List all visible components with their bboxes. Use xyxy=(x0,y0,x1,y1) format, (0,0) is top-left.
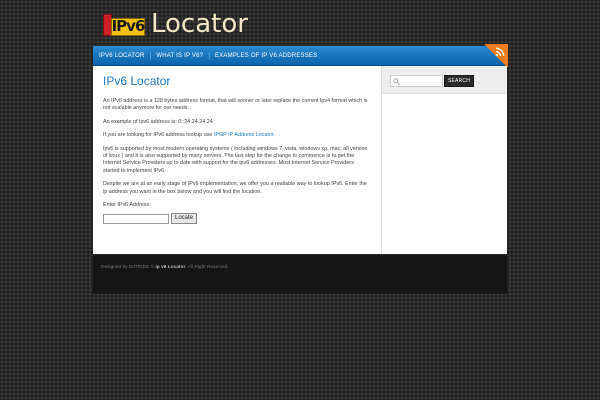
lookup-paragraph: If you are looking for IPv6 address look… xyxy=(103,132,371,139)
locate-button[interactable]: Locate xyxy=(171,213,198,225)
lookup-suffix: . xyxy=(273,132,275,139)
search-button[interactable]: Search xyxy=(444,75,474,87)
nav-item-examples[interactable]: Examples of IP V6 addresses xyxy=(215,53,317,59)
example-address: 0::24.24.24.24 xyxy=(178,118,213,125)
main-nav: IPv6 Locator | What is IP V6? | Examples… xyxy=(93,46,507,66)
main-panel: IPv6 Locator An IPv6 address is a 128 by… xyxy=(93,66,507,254)
nav-separator: | xyxy=(208,52,211,60)
logo-badge-text: IPv6 xyxy=(111,17,146,35)
ipv6-address-input[interactable] xyxy=(103,213,169,224)
search-form: Search xyxy=(390,75,474,87)
content-area: IPv6 Locator An IPv6 address is a 128 by… xyxy=(93,66,381,254)
nav-item-what-is-ipv6[interactable]: What is IP V6? xyxy=(156,53,203,59)
header: IPv6 Locator xyxy=(0,0,600,46)
logo-badge: IPv6 xyxy=(103,10,145,38)
example-text: An example of Ipv6 address is: xyxy=(103,118,179,125)
locate-form: Locate xyxy=(103,213,371,225)
site-logo[interactable]: IPv6 Locator xyxy=(103,9,248,39)
example-paragraph: An example of Ipv6 address is: 0::24.24.… xyxy=(103,119,371,126)
rss-icon xyxy=(495,47,505,57)
nav-item-ipv6-locator[interactable]: IPv6 Locator xyxy=(99,53,145,59)
search-icon xyxy=(393,78,400,85)
form-label: Enter IPv6 Address: xyxy=(103,202,151,209)
footer-prefix: Designed by xyxy=(101,265,129,270)
logo-title: Locator xyxy=(151,9,248,39)
intro-paragraph: An IPv6 address is a 128 bytes address f… xyxy=(103,98,368,112)
lookup-text: If you are looking for IPv6 address look… xyxy=(103,132,214,139)
ipgp-locator-link[interactable]: IPGP IP Address Locator xyxy=(214,132,273,138)
lookup-instructions: Despite we are at an early stage of IPv6… xyxy=(103,181,367,195)
nav-separator: | xyxy=(149,52,152,60)
footer-site-name[interactable]: ip v6 Locator xyxy=(155,265,185,270)
footer-designer-link[interactable]: DJTRIDS xyxy=(129,265,149,270)
search-input[interactable] xyxy=(390,75,443,87)
footer-credits: Designed by DJTRIDS © ip v6 Locator. All… xyxy=(101,265,229,270)
support-paragraph: Ipv6 is supported by most modern operati… xyxy=(103,145,368,174)
sidebar-search-bar: Search xyxy=(382,66,507,94)
footer: Designed by DJTRIDS © ip v6 Locator. All… xyxy=(93,254,507,294)
sidebar: Search xyxy=(382,66,507,254)
footer-suffix: . All Right Reserved. xyxy=(185,265,229,270)
page-title: IPv6 Locator xyxy=(103,74,171,88)
